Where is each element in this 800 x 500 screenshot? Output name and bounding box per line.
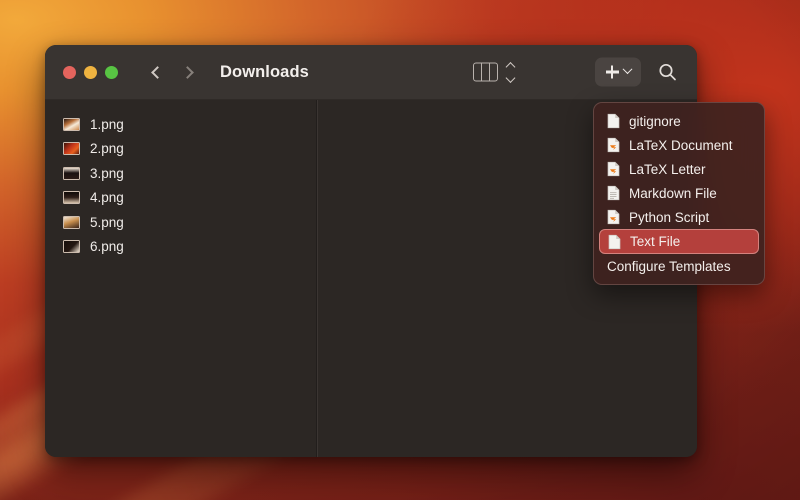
chevron-right-icon	[181, 65, 194, 79]
file-name-label: 4.png	[90, 190, 124, 206]
file-list-item[interactable]: 1.png	[45, 112, 316, 137]
plus-icon	[605, 65, 619, 79]
document-text-icon	[608, 234, 621, 250]
window-titlebar[interactable]: Downloads	[45, 45, 697, 100]
menu-item[interactable]: LaTeX Letter	[599, 157, 759, 181]
document-latex-icon	[607, 137, 620, 153]
menu-item-label: LaTeX Letter	[629, 161, 706, 177]
minimize-button[interactable]	[84, 65, 97, 79]
file-thumbnail	[63, 215, 80, 229]
page-title: Downloads	[220, 62, 309, 81]
menu-item[interactable]: LaTeX Document	[599, 133, 759, 157]
file-name-label: 6.png	[90, 239, 124, 255]
document-latex-icon	[607, 161, 620, 177]
file-name-label: 1.png	[90, 116, 124, 132]
chevron-down-icon	[622, 64, 632, 75]
file-list-item[interactable]: 4.png	[45, 186, 316, 211]
menu-item[interactable]: Python Script	[599, 205, 759, 229]
new-item-button[interactable]	[595, 57, 641, 87]
menu-item-label: Configure Templates	[607, 258, 731, 274]
maximize-button[interactable]	[105, 65, 118, 79]
search-icon	[658, 63, 676, 81]
file-list-item[interactable]: 6.png	[45, 235, 316, 260]
menu-item-label: Text File	[630, 234, 681, 249]
traffic-lights	[63, 65, 118, 79]
file-thumbnail	[63, 142, 80, 156]
menu-item-label: LaTeX Document	[629, 137, 733, 153]
menu-item[interactable]: Markdown File	[599, 181, 759, 205]
close-button[interactable]	[63, 65, 76, 79]
menu-item[interactable]: gitignore	[599, 109, 759, 133]
document-python-icon	[607, 209, 620, 225]
file-list-item[interactable]: 2.png	[45, 137, 316, 162]
file-list-item[interactable]: 5.png	[45, 210, 316, 235]
back-button[interactable]	[143, 59, 169, 85]
file-name-label: 5.png	[90, 214, 124, 230]
column-view-icon[interactable]	[473, 62, 498, 82]
menu-item-label: gitignore	[629, 113, 681, 129]
navigation-buttons	[143, 59, 202, 85]
file-name-label: 2.png	[90, 141, 124, 157]
menu-item-label: Python Script	[629, 209, 710, 225]
chevron-left-icon	[151, 65, 164, 79]
file-thumbnail	[63, 191, 80, 205]
menu-item-label: Markdown File	[629, 185, 717, 201]
document-markdown-icon	[607, 185, 620, 201]
document-plain-icon	[607, 113, 620, 129]
file-thumbnail	[63, 117, 80, 131]
file-list-pane[interactable]: 1.png 2.png 3.png 4.png 5.png 6.png	[45, 100, 317, 457]
file-thumbnail	[63, 166, 80, 180]
new-item-dropdown-menu[interactable]: gitignore LaTeX Document LaTeX Letter Markd…	[593, 102, 765, 285]
file-list-item[interactable]: 3.png	[45, 161, 316, 186]
forward-button[interactable]	[176, 59, 202, 85]
file-thumbnail	[63, 240, 80, 254]
menu-item[interactable]: Configure Templates	[599, 254, 759, 278]
up-down-chevron-icon[interactable]	[505, 61, 516, 83]
search-button[interactable]	[653, 58, 681, 86]
menu-item[interactable]: Text File	[599, 229, 759, 254]
toolbar-right-controls	[595, 57, 681, 87]
file-name-label: 3.png	[90, 165, 124, 181]
view-controls	[473, 61, 516, 83]
